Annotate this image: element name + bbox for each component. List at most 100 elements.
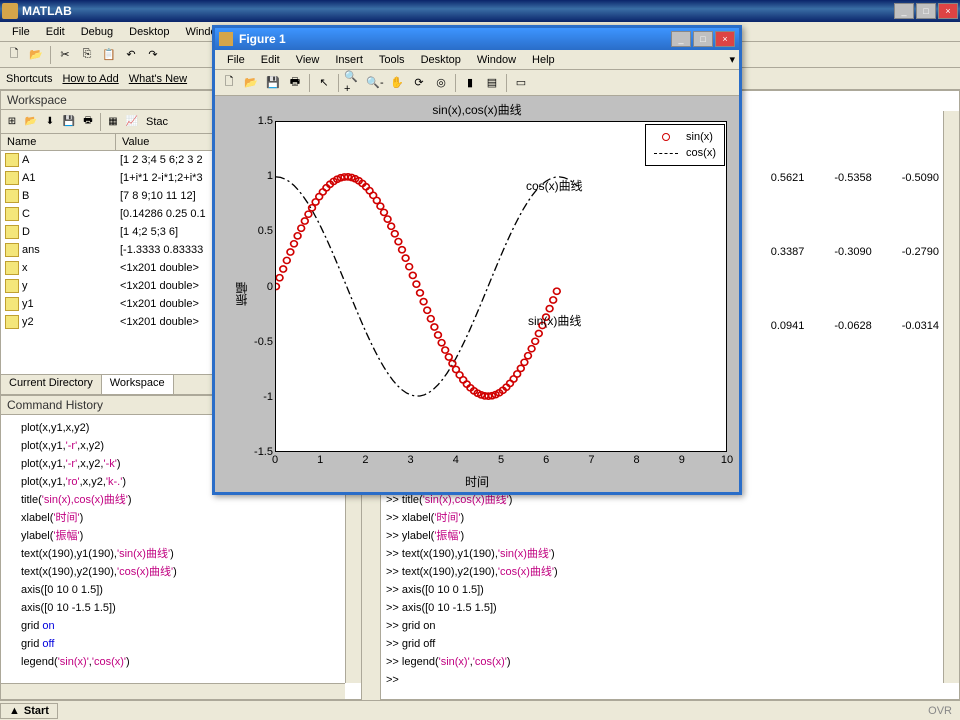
fig-legend-icon[interactable]: ▤: [482, 73, 502, 93]
copy-icon[interactable]: ⎘: [77, 45, 97, 65]
cmdwin-scrollbar-v[interactable]: [943, 111, 959, 683]
paste-icon[interactable]: 📋: [99, 45, 119, 65]
command-line[interactable]: >> axis([0 10 -1.5 1.5]): [386, 599, 941, 617]
figure-maximize-button[interactable]: □: [693, 31, 713, 47]
ytick: 1: [267, 170, 273, 182]
workspace-var-row[interactable]: C[0.14286 0.25 0.1: [1, 205, 214, 223]
history-line[interactable]: text(x(190),y2(190),'cos(x)曲线'): [21, 563, 341, 581]
command-window-body[interactable]: >> title('sin(x),cos(x)曲线')>> xlabel('时间…: [386, 491, 941, 689]
shortcut-whats-new[interactable]: What's New: [129, 73, 187, 85]
fig-zoomout-icon[interactable]: 🔍-: [365, 73, 385, 93]
figure-window[interactable]: Figure 1 _ □ × File Edit View Insert Too…: [212, 25, 742, 495]
figure-close-button[interactable]: ×: [715, 31, 735, 47]
fig-menu-more-icon[interactable]: ▾: [729, 53, 735, 66]
command-line[interactable]: >> grid on: [386, 617, 941, 635]
fig-zoomin-icon[interactable]: 🔍+: [343, 73, 363, 93]
menu-file[interactable]: File: [4, 24, 38, 40]
workspace-toolbar: ⊞ 📂 ⬇ 💾 🖶 ▦ 📈 Stac: [1, 110, 214, 134]
var-name: D: [22, 226, 30, 238]
plot-area[interactable]: cos(x)曲线 sin(x)曲线: [275, 121, 727, 452]
workspace-var-row[interactable]: y<1x201 double>: [1, 277, 214, 295]
output-row: 0.3387-0.3090-0.2790: [771, 215, 939, 289]
close-button[interactable]: ×: [938, 3, 958, 19]
ws-print-icon[interactable]: 🖶: [79, 113, 97, 131]
command-line[interactable]: >> axis([0 10 0 1.5]): [386, 581, 941, 599]
fig-menu-tools[interactable]: Tools: [371, 52, 413, 68]
tab-workspace[interactable]: Workspace: [102, 375, 174, 394]
workspace-var-row[interactable]: A1[1+i*1 2-i*1;2+i*3: [1, 169, 214, 187]
variable-icon: [5, 225, 19, 239]
command-line[interactable]: >> xlabel('时间'): [386, 509, 941, 527]
workspace-var-row[interactable]: ans[-1.3333 0.83333: [1, 241, 214, 259]
history-line[interactable]: axis([0 10 0 1.5]): [21, 581, 341, 599]
ws-import-icon[interactable]: ⬇: [41, 113, 59, 131]
fig-print-icon[interactable]: 🖶: [285, 73, 305, 93]
menu-desktop[interactable]: Desktop: [121, 24, 177, 40]
fig-pan-icon[interactable]: ✋: [387, 73, 407, 93]
fig-new-icon[interactable]: 🗋: [219, 73, 239, 93]
fig-menu-view[interactable]: View: [288, 52, 328, 68]
fig-menu-insert[interactable]: Insert: [327, 52, 371, 68]
main-titlebar: MATLAB _ □ ×: [0, 0, 960, 22]
tab-current-directory[interactable]: Current Directory: [1, 375, 102, 394]
fig-menu-edit[interactable]: Edit: [253, 52, 288, 68]
figure-minimize-button[interactable]: _: [671, 31, 691, 47]
sin-annotation: sin(x)曲线: [528, 312, 581, 329]
fig-datacursor-icon[interactable]: ◎: [431, 73, 451, 93]
workspace-var-row[interactable]: y1<1x201 double>: [1, 295, 214, 313]
fig-menu-help[interactable]: Help: [524, 52, 563, 68]
history-line[interactable]: axis([0 10 -1.5 1.5]): [21, 599, 341, 617]
variable-icon: [5, 189, 19, 203]
ws-open-icon[interactable]: 📂: [22, 113, 40, 131]
undo-icon[interactable]: ↶: [121, 45, 141, 65]
history-line[interactable]: grid off: [21, 635, 341, 653]
legend[interactable]: sin(x) cos(x): [645, 124, 725, 166]
ws-delete-icon[interactable]: ▦: [104, 113, 122, 131]
history-line[interactable]: ylabel('振幅'): [21, 527, 341, 545]
fig-menu-desktop[interactable]: Desktop: [413, 52, 469, 68]
history-line[interactable]: grid on: [21, 617, 341, 635]
start-button[interactable]: ▲ Start: [0, 703, 58, 719]
ws-col-name[interactable]: Name: [1, 134, 116, 150]
ws-new-var-icon[interactable]: ⊞: [3, 113, 21, 131]
fig-open-icon[interactable]: 📂: [241, 73, 261, 93]
cut-icon[interactable]: ✂: [55, 45, 75, 65]
workspace-var-row[interactable]: D[1 4;2 5;3 6]: [1, 223, 214, 241]
ytick: -1.5: [254, 446, 273, 458]
fig-hide-tools-icon[interactable]: ▭: [511, 73, 531, 93]
history-line[interactable]: legend('sin(x)','cos(x)'): [21, 653, 341, 671]
command-line[interactable]: >> text(x(190),y2(190),'cos(x)曲线'): [386, 563, 941, 581]
command-line[interactable]: >> text(x(190),y1(190),'sin(x)曲线'): [386, 545, 941, 563]
cmdhist-scrollbar-h[interactable]: [1, 683, 345, 699]
redo-icon[interactable]: ↷: [143, 45, 163, 65]
workspace-var-row[interactable]: B[7 8 9;10 11 12]: [1, 187, 214, 205]
command-line[interactable]: >>: [386, 671, 941, 689]
workspace-var-row[interactable]: A[1 2 3;4 5 6;2 3 2: [1, 151, 214, 169]
menu-debug[interactable]: Debug: [73, 24, 121, 40]
new-icon[interactable]: 🗋: [4, 45, 24, 65]
menu-edit[interactable]: Edit: [38, 24, 73, 40]
ws-col-value[interactable]: Value: [116, 134, 214, 150]
fig-colorbar-icon[interactable]: ▮: [460, 73, 480, 93]
history-line[interactable]: text(x(190),y1(190),'sin(x)曲线'): [21, 545, 341, 563]
fig-menu-window[interactable]: Window: [469, 52, 524, 68]
fig-rotate-icon[interactable]: ⟳: [409, 73, 429, 93]
ws-plot-icon[interactable]: 📈: [123, 113, 141, 131]
shortcut-how-to-add[interactable]: How to Add: [62, 73, 118, 85]
workspace-var-row[interactable]: y2<1x201 double>: [1, 313, 214, 331]
figure-titlebar[interactable]: Figure 1 _ □ ×: [215, 28, 739, 50]
var-name: B: [22, 190, 29, 202]
history-line[interactable]: xlabel('时间'): [21, 509, 341, 527]
ws-save-icon[interactable]: 💾: [60, 113, 78, 131]
workspace-var-row[interactable]: x<1x201 double>: [1, 259, 214, 277]
legend-sin-marker-icon: [654, 133, 678, 141]
command-line[interactable]: >> legend('sin(x)','cos(x)'): [386, 653, 941, 671]
fig-save-icon[interactable]: 💾: [263, 73, 283, 93]
minimize-button[interactable]: _: [894, 3, 914, 19]
maximize-button[interactable]: □: [916, 3, 936, 19]
fig-arrow-icon[interactable]: ↖: [314, 73, 334, 93]
command-line[interactable]: >> ylabel('振幅'): [386, 527, 941, 545]
command-line[interactable]: >> grid off: [386, 635, 941, 653]
fig-menu-file[interactable]: File: [219, 52, 253, 68]
open-icon[interactable]: 📂: [26, 45, 46, 65]
